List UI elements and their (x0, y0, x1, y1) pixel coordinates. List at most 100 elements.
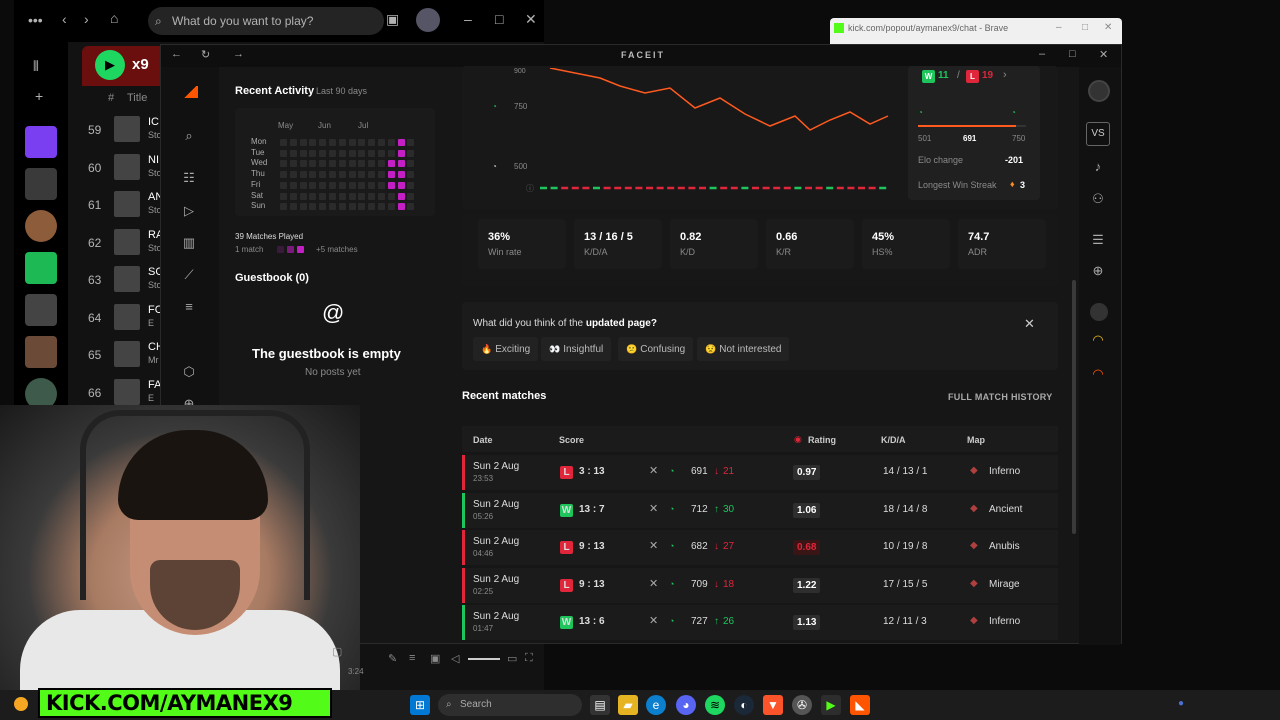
reload-icon[interactable]: ↻ (201, 48, 210, 61)
wins-count: 11 (938, 70, 949, 81)
friends-icon[interactable]: ⚇ (1088, 189, 1108, 209)
stat-card: 13 / 16 / 5 K/D/A (574, 219, 662, 269)
playlist-thumb[interactable] (25, 168, 57, 200)
headset-icon[interactable]: ◠ (1088, 364, 1108, 384)
back-icon[interactable]: ‹ (62, 11, 67, 27)
close-icon[interactable]: ✕ (525, 11, 537, 28)
track-row[interactable]: 65 CH Mr (70, 337, 166, 373)
track-row[interactable]: 59 IC Sto (70, 112, 166, 148)
playlist-thumb[interactable] (25, 252, 57, 284)
task-view-icon[interactable]: ▤ (590, 695, 610, 715)
mic-icon[interactable]: ✎ (388, 652, 397, 665)
back-icon[interactable]: ← (171, 48, 182, 60)
feedback-option[interactable]: 🔥 Exciting (473, 337, 539, 361)
lyrics-icon[interactable]: ▢ (332, 645, 342, 658)
minimize-icon[interactable]: – (1039, 48, 1045, 60)
faceit-logo-icon[interactable] (182, 86, 198, 98)
app-icon[interactable]: ✇ (792, 695, 812, 715)
match-row[interactable]: Sun 2 Aug 02:25 L 9 : 13 ✕ ◔ 709 ↓ 18 1.22 17 / 15… (462, 567, 1058, 603)
volume-icon[interactable]: ◁ (451, 652, 459, 665)
stat-label: K/D/A (584, 247, 608, 257)
track-row[interactable]: 61 AN Sto (70, 187, 166, 223)
track-row[interactable]: 60 NI Sto (70, 150, 166, 186)
play-button[interactable]: ▶ (95, 50, 125, 80)
discord-icon[interactable]: ◕ (676, 695, 696, 715)
col-map[interactable]: Map (967, 435, 985, 445)
elo-range-fill (918, 125, 1016, 127)
versus-icon[interactable]: VS (1086, 122, 1110, 146)
kick-app-icon[interactable]: ▶ (821, 695, 841, 715)
track-row[interactable]: 63 SC Sto (70, 262, 166, 298)
steam-icon[interactable]: ◐ (734, 695, 754, 715)
fullscreen-icon[interactable]: ⛶ (525, 652, 533, 665)
browse-icon[interactable]: ▣ (386, 11, 399, 28)
brave-icon[interactable]: ▼ (763, 695, 783, 715)
playlist-thumb[interactable] (25, 294, 57, 326)
leaderboard-icon[interactable]: ▥ (179, 233, 199, 253)
miniplayer-icon[interactable]: ▭ (507, 652, 517, 665)
file-explorer-icon[interactable]: ▰ (618, 695, 638, 715)
search-icon[interactable]: ⌕ (179, 126, 199, 146)
track-row[interactable]: 62 RA Sto (70, 225, 166, 261)
match-row[interactable]: Sun 2 Aug 23:53 L 3 : 13 ✕ ◔ 691 ↓ 21 0.97 14 / 13… (462, 455, 1058, 490)
add-icon[interactable]: + (35, 88, 43, 104)
add-circle-icon[interactable]: ⊕ (1088, 261, 1108, 281)
edge-icon[interactable]: e (646, 695, 666, 715)
close-icon[interactable]: ✕ (1024, 316, 1035, 332)
taskbar-search[interactable]: ⌕ Search (438, 694, 582, 716)
faceit-app-icon[interactable]: ◣ (850, 695, 870, 715)
maximize-icon[interactable]: □ (495, 11, 503, 27)
headset-icon[interactable]: ◠ (1088, 330, 1108, 350)
maximize-icon[interactable]: □ (1082, 22, 1088, 33)
mic-tray-icon[interactable]: ● (1178, 698, 1184, 709)
bell-icon[interactable]: ♪ (1088, 157, 1108, 177)
col-date[interactable]: Date (473, 435, 493, 445)
minimize-icon[interactable]: – (1056, 22, 1062, 33)
device-icon[interactable]: ▣ (430, 652, 440, 665)
artist-thumb[interactable] (25, 210, 57, 242)
volume-slider[interactable] (468, 658, 500, 660)
col-kda[interactable]: K/D/A (881, 435, 906, 445)
scrollbar[interactable] (1072, 280, 1076, 534)
spotify-search-input[interactable]: ⌕ What do you want to play? (148, 7, 384, 35)
match-row[interactable]: Sun 2 Aug 04:46 L 9 : 13 ✕ ◔ 682 ↓ 27 0.68 10 / 19… (462, 530, 1058, 565)
map-icon: ◆ (970, 540, 978, 551)
track-row[interactable]: 64 FC E (70, 300, 166, 336)
play-icon[interactable]: ▷ (179, 201, 199, 221)
feedback-option[interactable]: 😟 Not interested (697, 337, 790, 361)
party-icon[interactable]: ☰ (1088, 230, 1108, 250)
profile-avatar[interactable] (1088, 80, 1110, 102)
liked-songs-thumb[interactable] (25, 126, 57, 158)
heatmap-cell (397, 139, 405, 146)
friend-avatar[interactable] (1090, 303, 1108, 321)
match-row[interactable]: Sun 2 Aug 05:26 W 13 : 7 ✕ ◔ 712 ↑ 30 1.06 18 / 14… (462, 492, 1058, 528)
match-map: Inferno (989, 466, 1021, 477)
forward-icon[interactable]: › (84, 11, 89, 27)
close-icon[interactable]: ✕ (1104, 22, 1112, 33)
forward-icon[interactable]: → (233, 48, 244, 60)
list-icon[interactable]: ≡ (179, 297, 199, 317)
chevron-right-icon[interactable]: › (1003, 69, 1007, 81)
match-row[interactable]: Sun 2 Aug 01:47 W 13 : 6 ✕ ◔ 727 ↑ 26 1.13 12 / 11… (462, 605, 1058, 640)
queue-icon[interactable]: ≡ (409, 652, 415, 664)
col-score[interactable]: Score (559, 435, 584, 445)
minimize-icon[interactable]: – (464, 11, 472, 27)
home-icon[interactable]: ⌂ (110, 10, 118, 26)
col-rating[interactable]: Rating (808, 435, 836, 445)
feedback-option[interactable]: 😕 Confusing (618, 337, 694, 361)
more-icon[interactable]: ••• (28, 12, 43, 28)
weather-icon[interactable] (14, 697, 28, 711)
library-icon[interactable]: ⫴ (33, 58, 39, 75)
maximize-icon[interactable]: □ (1069, 48, 1076, 60)
avatar[interactable] (416, 8, 440, 32)
stats-icon[interactable]: ⟋ (179, 265, 199, 285)
windows-start-icon[interactable]: ⊞ (410, 695, 430, 715)
spotify-icon[interactable]: ≋ (705, 695, 725, 715)
spotify-topbar: ••• ‹ › ⌂ ⌕ What do you want to play? ▣ … (14, 0, 544, 42)
close-icon[interactable]: ✕ (1099, 48, 1108, 61)
hub-icon[interactable]: ⬡ (179, 362, 199, 382)
find-players-icon[interactable]: ☷ (179, 168, 199, 188)
playlist-thumb[interactable] (25, 336, 57, 368)
feedback-option[interactable]: 👀 Insightful (541, 337, 612, 361)
full-history-link[interactable]: FULL MATCH HISTORY (948, 392, 1053, 402)
